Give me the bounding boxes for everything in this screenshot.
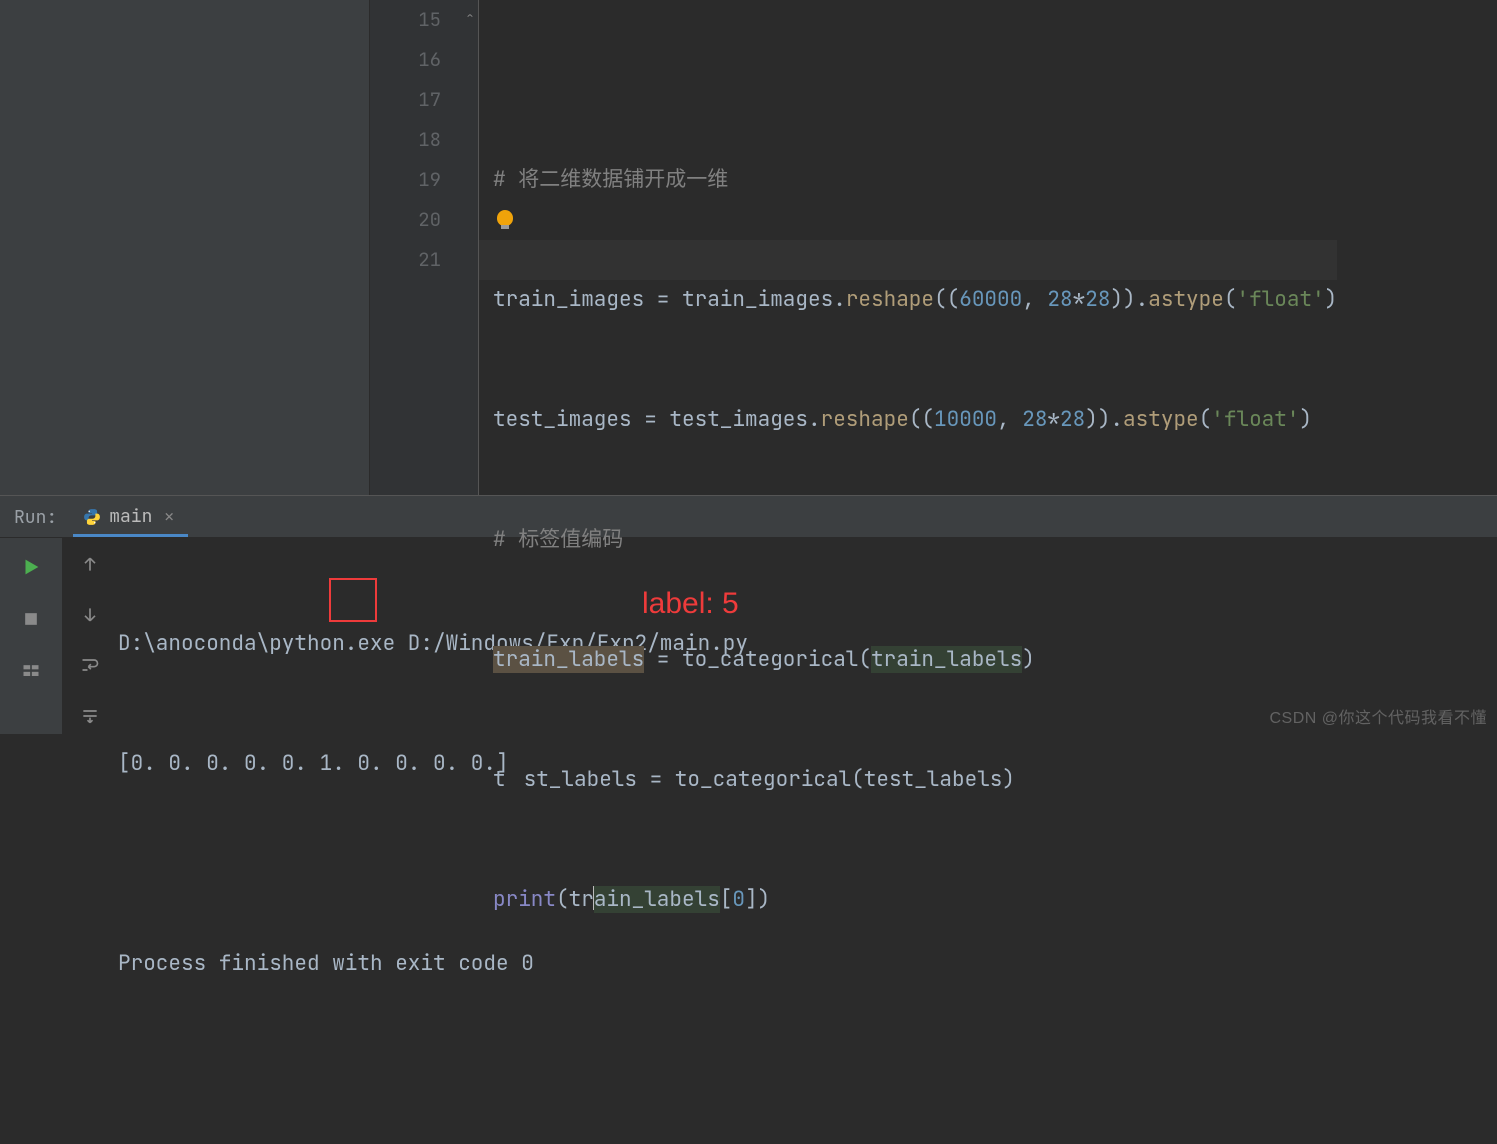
run-actions-toolbar	[0, 538, 62, 734]
code-text: reshape	[846, 286, 934, 313]
project-sidebar[interactable]	[0, 0, 370, 495]
line-number: 18	[370, 120, 465, 160]
code-comment: # 将二维数据铺开成一维	[493, 166, 728, 193]
code-text: ,	[1022, 286, 1047, 313]
code-text: 10000	[934, 406, 997, 433]
layout-button[interactable]	[10, 650, 52, 692]
down-arrow-icon[interactable]	[71, 597, 109, 634]
code-text: ,	[997, 406, 1022, 433]
code-comment: # 标签值编码	[493, 526, 623, 553]
console-nav-toolbar	[62, 538, 118, 734]
code-text: *	[1047, 406, 1060, 433]
line-gutter: 15⌃ 16 17 18 19 20 21	[370, 0, 465, 495]
line-number: 20	[370, 200, 465, 240]
soft-wrap-icon[interactable]	[71, 647, 109, 684]
code-text: 28	[1085, 286, 1110, 313]
code-text: )	[1325, 286, 1338, 313]
code-text: ((	[909, 406, 934, 433]
code-text: )).	[1085, 406, 1123, 433]
intention-bulb-icon[interactable]	[497, 210, 513, 226]
line-number: 16	[370, 40, 465, 80]
code-text: ain_labels	[594, 886, 720, 913]
code-text: print	[493, 886, 556, 913]
close-icon[interactable]: ✕	[164, 506, 174, 527]
code-text: st_labels = to_categorical(test_labels)	[524, 766, 1015, 793]
annotation-label: label: 5	[642, 584, 739, 624]
code-text: ])	[745, 886, 770, 913]
stop-button[interactable]	[10, 598, 52, 640]
code-text: (	[1199, 406, 1212, 433]
code-text: )	[1299, 406, 1312, 433]
current-line-highlight	[479, 240, 1337, 280]
code-text: t	[493, 766, 506, 793]
code-text: (tr	[556, 886, 594, 913]
annotation-box	[329, 578, 377, 622]
python-file-icon	[83, 508, 101, 526]
code-text: astype	[1148, 286, 1224, 313]
code-text: 60000	[959, 286, 1022, 313]
line-number: 17	[370, 80, 465, 120]
code-text: (	[1224, 286, 1237, 313]
code-text: ((	[934, 286, 959, 313]
code-text: *	[1073, 286, 1086, 313]
code-text: reshape	[821, 406, 909, 433]
line-number: 19	[370, 160, 465, 200]
scroll-to-end-icon[interactable]	[71, 698, 109, 735]
code-text: 'float'	[1211, 406, 1299, 433]
run-tab-main[interactable]: main ✕	[73, 499, 188, 537]
run-tab-label: main	[109, 505, 152, 528]
code-text: train_labels	[871, 646, 1022, 673]
code-text: [	[720, 886, 733, 913]
rerun-button[interactable]	[10, 546, 52, 588]
run-panel-title: Run:	[0, 506, 73, 537]
line-number: 21	[370, 240, 465, 280]
code-text: 'float'	[1236, 286, 1324, 313]
code-text: 28	[1022, 406, 1047, 433]
code-editor[interactable]: 15⌃ 16 17 18 19 20 21 # 将二维数据铺开成一维 train…	[370, 0, 1497, 495]
code-text: train_labels	[493, 646, 644, 673]
line-number: 15⌃	[370, 0, 465, 40]
console-line: Process finished with exit code 0	[118, 944, 1497, 984]
fold-column	[465, 0, 479, 495]
code-area[interactable]: # 将二维数据铺开成一维 train_images = train_images…	[479, 0, 1337, 495]
fold-marker-icon[interactable]: ⌃	[463, 10, 477, 24]
code-text: 0	[732, 886, 745, 913]
watermark: CSDN @你这个代码我看不懂	[1269, 704, 1487, 728]
code-text: )).	[1110, 286, 1148, 313]
code-text: test_images = test_images.	[493, 406, 821, 433]
code-text: = to_categorical(	[644, 646, 871, 673]
up-arrow-icon[interactable]	[71, 546, 109, 583]
code-text: train_images = train_images.	[493, 286, 846, 313]
code-text: )	[1022, 646, 1035, 673]
code-text: 28	[1060, 406, 1085, 433]
code-text: astype	[1123, 406, 1199, 433]
code-text: 28	[1047, 286, 1072, 313]
